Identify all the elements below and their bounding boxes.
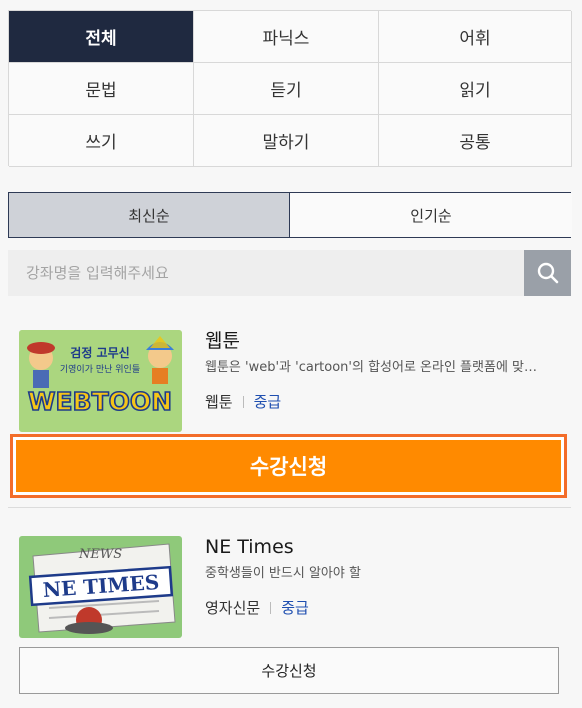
course-list-page: 전체 파닉스 어휘 문법 듣기 읽기 쓰기 말하기 공통 최신순 인기순 강좌명… bbox=[0, 0, 582, 708]
meta-divider bbox=[242, 395, 244, 408]
thumbnail-top-text: 검정 고무신 bbox=[70, 345, 129, 360]
course-meta: 웹툰 중급 bbox=[205, 391, 555, 412]
enroll-button-webtoon[interactable]: 수강신청 bbox=[10, 434, 567, 498]
meta-divider bbox=[270, 601, 272, 614]
course-thumbnail-webtoon[interactable]: 검정 고무신 기영이가 만난 위인들 WEBTOON bbox=[19, 330, 182, 432]
course-description: 중학생들이 반드시 알아야 할 bbox=[205, 566, 361, 581]
category-phonics[interactable]: 파닉스 bbox=[194, 11, 379, 63]
category-writing[interactable]: 쓰기 bbox=[9, 115, 194, 167]
ne-times-thumbnail-image: NEWS NE TIMES bbox=[19, 536, 182, 638]
category-filter-grid: 전체 파닉스 어휘 문법 듣기 읽기 쓰기 말하기 공통 bbox=[8, 10, 572, 167]
thumbnail-news-text: NEWS bbox=[78, 547, 122, 562]
search-button[interactable] bbox=[524, 250, 571, 296]
course-category: 웹툰 bbox=[205, 393, 233, 411]
search-bar bbox=[8, 250, 571, 296]
category-vocabulary[interactable]: 어휘 bbox=[379, 11, 572, 63]
enroll-button-label: 수강신청 bbox=[16, 440, 561, 492]
category-common[interactable]: 공통 bbox=[379, 115, 572, 167]
course-card-webtoon: 검정 고무신 기영이가 만난 위인들 WEBTOON 웹툰 웹툰은 'web'과… bbox=[8, 314, 571, 506]
course-level: 중급 bbox=[253, 393, 282, 411]
course-description: 웹툰은 'web'과 'cartoon'의 합성어로 온라인 플랫폼에 맞… bbox=[205, 360, 537, 375]
category-listening[interactable]: 듣기 bbox=[194, 63, 379, 115]
thumbnail-sub-text: 기영이가 만난 위인들 bbox=[60, 364, 140, 375]
course-category: 영자신문 bbox=[205, 599, 261, 617]
search-input[interactable] bbox=[8, 250, 524, 296]
thumbnail-logo: WEBTOON bbox=[28, 387, 172, 416]
course-thumbnail-ne-times[interactable]: NEWS NE TIMES bbox=[19, 536, 182, 638]
course-meta: 영자신문 중급 bbox=[205, 597, 555, 618]
tab-popular[interactable]: 인기순 bbox=[289, 193, 572, 237]
search-icon bbox=[537, 262, 558, 284]
webtoon-thumbnail-image: 검정 고무신 기영이가 만난 위인들 WEBTOON bbox=[19, 330, 182, 432]
sort-tabs: 최신순 인기순 bbox=[8, 192, 572, 238]
course-title[interactable]: 웹툰 bbox=[205, 328, 555, 354]
category-reading[interactable]: 읽기 bbox=[379, 63, 572, 115]
category-grammar[interactable]: 문법 bbox=[9, 63, 194, 115]
tab-latest[interactable]: 최신순 bbox=[9, 193, 289, 237]
course-info: 웹툰 웹툰은 'web'과 'cartoon'의 합성어로 온라인 플랫폼에 맞… bbox=[205, 328, 555, 412]
course-info: NE Times 중학생들이 반드시 알아야 할 영자신문 중급 bbox=[205, 534, 555, 618]
course-level: 중급 bbox=[281, 599, 309, 617]
category-all[interactable]: 전체 bbox=[9, 11, 194, 63]
category-speaking[interactable]: 말하기 bbox=[194, 115, 379, 167]
enroll-button-ne-times[interactable]: 수강신청 bbox=[19, 647, 559, 694]
course-title[interactable]: NE Times bbox=[205, 534, 555, 560]
course-card-ne-times: NEWS NE TIMES NE Times 중학생들이 반드시 알아야 할 영… bbox=[8, 520, 571, 708]
card-divider bbox=[8, 507, 571, 508]
